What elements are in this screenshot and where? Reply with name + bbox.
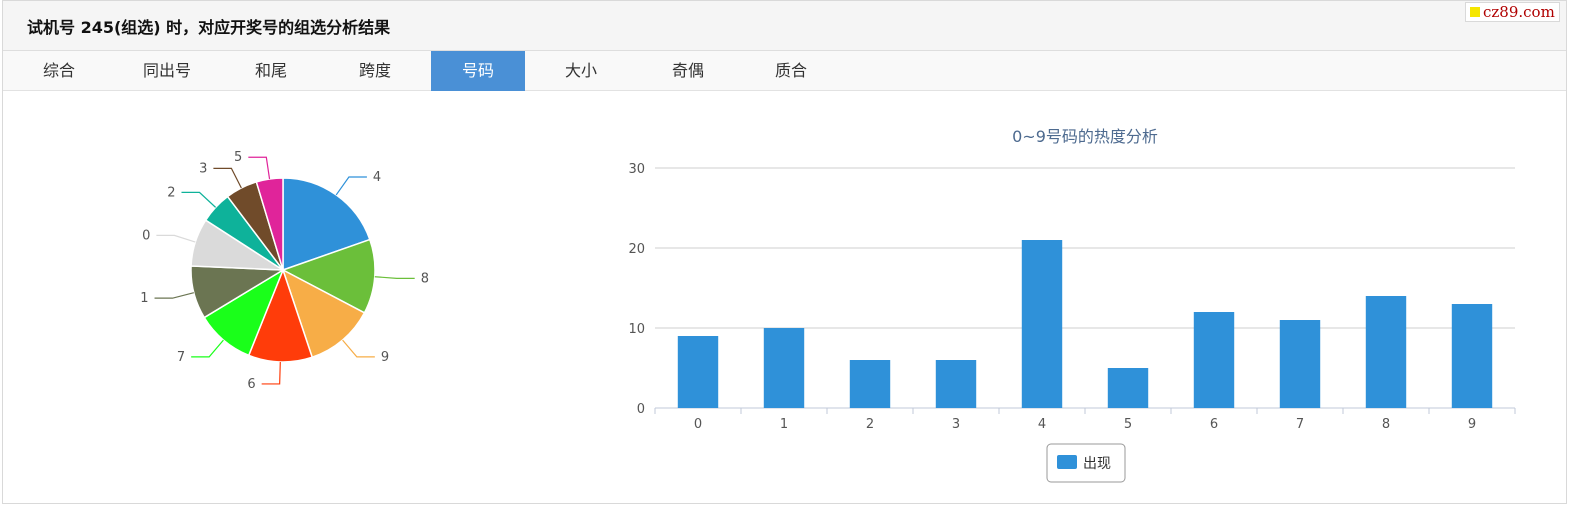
legend-label: 出现	[1083, 456, 1111, 472]
legend[interactable]: 出现	[1046, 443, 1126, 483]
x-tick-label-3: 3	[952, 417, 960, 432]
pie-connector-1	[154, 292, 194, 299]
pie-chart: 4 8 9 6 7 1 0 2 3 5	[140, 150, 429, 392]
logo-square-icon	[1470, 7, 1480, 17]
page-title: 试机号 245(组选) 时，对应开奖号的组选分析结果	[27, 18, 391, 37]
x-tick-label-9: 9	[1468, 417, 1476, 432]
pie-label-2: 2	[167, 185, 175, 200]
pie-connector-2	[181, 191, 217, 208]
y-tick-label-30: 30	[628, 162, 645, 177]
bar-5[interactable]	[1107, 368, 1149, 408]
bar-3[interactable]	[935, 360, 977, 408]
bar-chart-title: 0~9号码的热度分析	[1012, 127, 1158, 146]
bar-6[interactable]	[1193, 312, 1235, 408]
tab-prime-composite[interactable]: 质合	[743, 51, 839, 91]
tab-sum-tail[interactable]: 和尾	[219, 51, 323, 91]
x-tick-label-0: 0	[694, 417, 702, 432]
x-tick-label-8: 8	[1382, 417, 1390, 432]
x-tick-label-4: 4	[1038, 417, 1046, 432]
y-tick-label-0: 0	[637, 402, 645, 417]
pie-label-5: 5	[234, 150, 242, 165]
tab-co-occurrence[interactable]: 同出号	[115, 51, 219, 91]
bar-chart: 0~9号码的热度分析 0 10 20 30 0 1 2 3 4 5 6 7 8 9 出现	[628, 127, 1516, 483]
pie-label-4: 4	[373, 170, 381, 185]
tab-numbers[interactable]: 号码	[431, 51, 525, 91]
x-tick-label-6: 6	[1210, 417, 1218, 432]
pie-connector-4	[335, 176, 367, 196]
pie-label-9: 9	[381, 350, 389, 365]
pie-connector-9	[342, 339, 375, 358]
bar-8[interactable]	[1365, 296, 1407, 408]
panel-header: 试机号 245(组选) 时，对应开奖号的组选分析结果	[3, 1, 1566, 51]
legend-swatch	[1057, 455, 1077, 469]
bar-chart-area: 0~9号码的热度分析 0 10 20 30 0 1 2 3 4 5 6 7 8 9 出现	[610, 110, 1530, 494]
pie-connector-6	[261, 361, 281, 385]
bar-7[interactable]	[1279, 320, 1321, 408]
tab-composite[interactable]: 综合	[3, 51, 115, 91]
bar-4[interactable]	[1021, 240, 1063, 408]
pie-label-6: 6	[247, 377, 255, 392]
tab-span[interactable]: 跨度	[323, 51, 427, 91]
pie-label-3: 3	[199, 161, 207, 176]
pie-label-8: 8	[421, 271, 429, 286]
site-watermark: cz89.com	[1465, 2, 1560, 22]
pie-label-7: 7	[177, 350, 185, 365]
x-tick-label-7: 7	[1296, 417, 1304, 432]
x-tick-label-1: 1	[780, 417, 788, 432]
pie-label-0: 0	[142, 228, 150, 243]
pie-connector-7	[191, 339, 224, 358]
tab-bar: 综合 同出号 和尾 跨度 号码 大小 奇偶 质合	[3, 51, 1566, 91]
bar-1[interactable]	[763, 328, 805, 408]
bar-0[interactable]	[677, 336, 719, 408]
x-tick-label-5: 5	[1124, 417, 1132, 432]
bar-9[interactable]	[1451, 304, 1493, 408]
pie-connector-8	[374, 276, 415, 279]
bar-2[interactable]	[849, 360, 891, 408]
pie-connector-5	[248, 156, 271, 180]
y-tick-label-10: 10	[628, 322, 645, 337]
tab-size[interactable]: 大小	[529, 51, 633, 91]
pie-connector-3	[213, 167, 242, 189]
x-tick-label-2: 2	[866, 417, 874, 432]
y-tick-label-20: 20	[628, 242, 645, 257]
pie-connector-0	[156, 234, 196, 243]
pie-chart-area: 4 8 9 6 7 1 0 2 3 5	[110, 120, 470, 424]
pie-label-1: 1	[140, 291, 148, 306]
tab-odd-even[interactable]: 奇偶	[633, 51, 743, 91]
watermark-text: cz89.com	[1483, 3, 1555, 21]
